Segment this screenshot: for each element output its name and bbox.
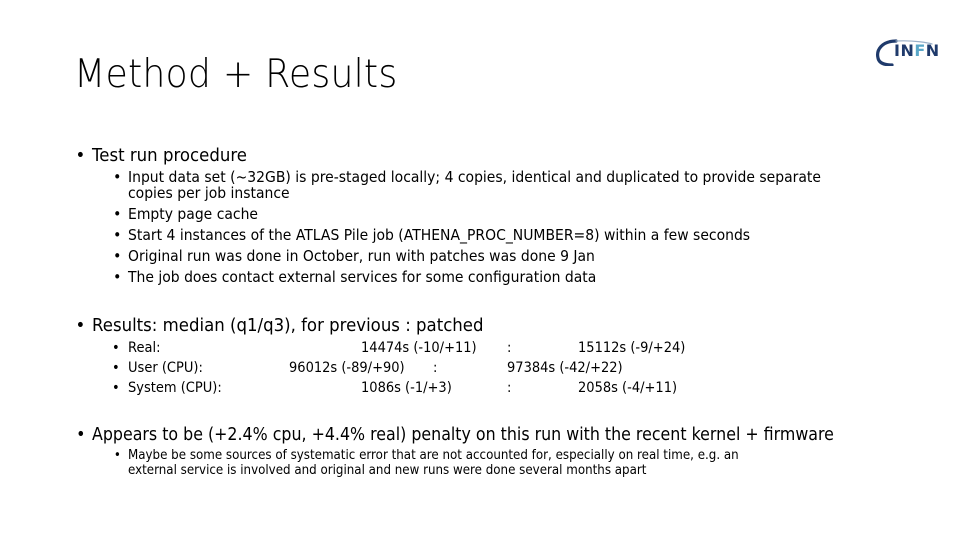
patched-value: 2058s (-4/+11) — [578, 380, 678, 396]
section-heading-penalty: • Appears to be (+2.4% cpu, +4.4% real) … — [76, 424, 834, 445]
row-label: Real: — [128, 340, 161, 356]
slide-title: Method + Results — [74, 52, 398, 97]
patched-value: 97384s (-42/+22) — [507, 360, 623, 376]
previous-value: 1086s (-1/+3) — [361, 380, 452, 396]
previous-value: 96012s (-89/+90) — [289, 360, 405, 376]
bullet: • — [76, 424, 86, 445]
row-label: User (CPU): — [128, 360, 203, 376]
list-item: • Input data set (~32GB) is pre-staged l… — [113, 168, 821, 186]
section-heading-results: • Results: median (q1/q3), for previous … — [75, 315, 484, 336]
bullet: • — [75, 315, 86, 336]
bullet: • — [112, 360, 120, 376]
bullet: • — [75, 145, 86, 166]
previous-value: 14474s (-10/+11) — [361, 340, 477, 356]
section-heading-test-run: • Test run procedure — [75, 145, 247, 166]
separator: : — [433, 360, 438, 376]
separator: : — [507, 380, 512, 396]
list-item: • The job does contact external services… — [113, 268, 597, 286]
row-label: System (CPU): — [128, 380, 222, 396]
list-item: • Maybe be some sources of systematic er… — [113, 447, 739, 463]
list-item-continuation: external service is involved and origina… — [128, 462, 647, 478]
separator: : — [507, 340, 512, 356]
infn-logo: INFN — [874, 36, 944, 68]
patched-value: 15112s (-9/+24) — [578, 340, 686, 356]
list-item: • Original run was done in October, run … — [113, 247, 595, 265]
list-item-continuation: copies per job instance — [128, 184, 290, 202]
list-item: • Empty page cache — [113, 205, 259, 223]
list-item: • Start 4 instances of the ATLAS Pile jo… — [113, 226, 751, 244]
infn-logo-text: INFN — [894, 41, 940, 60]
bullet: • — [112, 380, 120, 396]
bullet: • — [112, 340, 120, 356]
